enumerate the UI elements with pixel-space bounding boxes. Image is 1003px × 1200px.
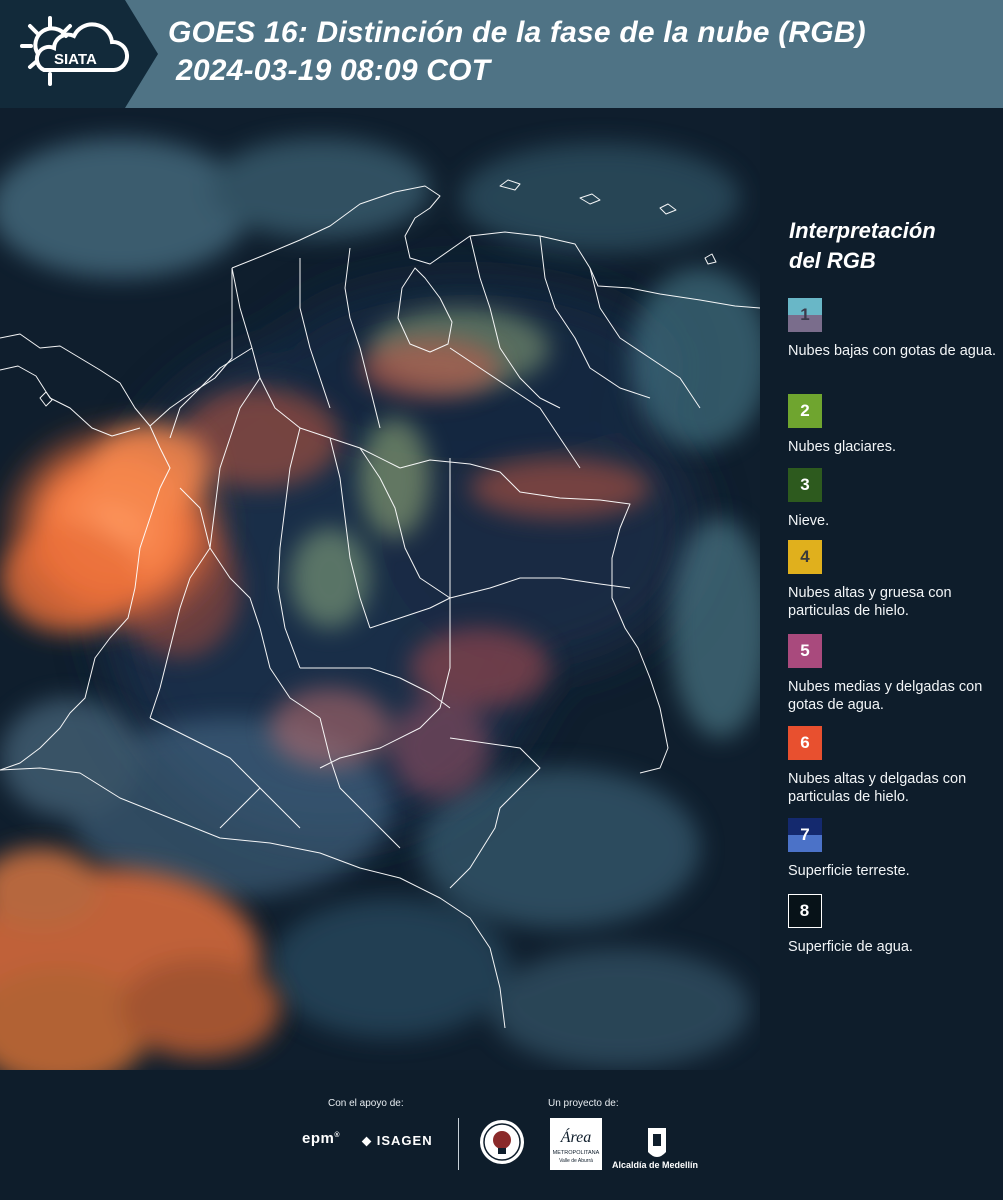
- swatch-number: 6: [800, 733, 810, 752]
- legend-label: Nubes glaciares.: [788, 439, 896, 455]
- legend-title-line2: del RGB: [789, 248, 876, 273]
- page-title: GOES 16: Distinción de la fase de la nub…: [168, 14, 998, 90]
- legend-label: Nubes altas y gruesa con particulas de h…: [788, 585, 952, 619]
- satellite-rgb-image: [0, 108, 760, 1070]
- legend-label: Superficie terreste.: [788, 863, 910, 879]
- siata-brand: SIATA: [54, 51, 97, 68]
- footer: Con el apoyo de: Un proyecto de: epm® ⬥ …: [0, 1070, 1003, 1200]
- university-seal-icon: [480, 1120, 524, 1164]
- swatch-8: 8: [788, 894, 822, 928]
- isagen-logo-text: ISAGEN: [376, 1133, 433, 1148]
- swatch-number: 1: [800, 305, 810, 324]
- swatch-number: 7: [800, 825, 810, 844]
- epm-logo-text: epm: [302, 1130, 335, 1147]
- swatch-number: 2: [800, 401, 810, 420]
- legend-label: Nieve.: [788, 513, 830, 529]
- satellite-map: [0, 108, 760, 1070]
- area-logo-text: Área: [560, 1127, 592, 1146]
- alcaldia-label: Alcaldía de Medellín: [612, 1160, 699, 1170]
- legend-item-8: 8 Superficie de agua.: [788, 894, 1000, 956]
- swatch-4: 4: [788, 540, 822, 574]
- legend-item-4: 4 Nubes altas y gruesa con particulas de…: [788, 540, 1000, 620]
- support-label: Con el apoyo de:: [328, 1098, 404, 1109]
- swatch-number: 3: [800, 475, 810, 494]
- header-bar: SIATA GOES 16: Distinción de la fase de …: [0, 0, 1003, 108]
- legend-item-1: 1 Nubes bajas con gotas de agua.: [788, 298, 1000, 360]
- title-product: GOES 16: Distinción de la fase de la nub…: [168, 16, 866, 49]
- swatch-number: 5: [800, 641, 810, 660]
- footer-divider: [458, 1118, 459, 1170]
- area-logo-sub2: Valle de Aburrá: [559, 1158, 593, 1164]
- legend-label: Nubes medias y delgadas con gotas de agu…: [788, 679, 983, 713]
- swatch-3: 3: [788, 468, 822, 502]
- siata-sun-cloud-icon: SIATA: [20, 16, 130, 86]
- legend-label: Nubes altas y delgadas con particulas de…: [788, 771, 967, 805]
- legend-label: Nubes bajas con gotas de agua.: [788, 343, 996, 359]
- title-datetime: 2024-03-19 08:09 COT: [176, 54, 491, 87]
- swatch-number: 8: [799, 900, 810, 920]
- swatch-number: 4: [800, 547, 810, 566]
- legend-title: Interpretación del RGB: [789, 216, 999, 276]
- legend-item-5: 5 Nubes medias y delgadas con gotas de a…: [788, 634, 1000, 714]
- legend-title-line1: Interpretación: [789, 218, 936, 243]
- legend-panel: Interpretación del RGB 1 Nubes bajas con…: [760, 108, 1003, 1070]
- swatch-7: 7: [788, 818, 822, 852]
- epm-logo: epm®: [302, 1130, 341, 1147]
- swatch-5: 5: [788, 634, 822, 668]
- area-logo-sub1: METROPOLITANA: [553, 1150, 600, 1156]
- legend-item-6: 6 Nubes altas y delgadas con particulas …: [788, 726, 1000, 806]
- legend-label: Superficie de agua.: [788, 939, 913, 955]
- isagen-logo: ⬥ ISAGEN: [362, 1133, 433, 1148]
- legend-item-3: 3 Nieve.: [788, 468, 1000, 530]
- swatch-6: 6: [788, 726, 822, 760]
- swatch-1: 1: [788, 298, 822, 332]
- area-metropolitana-logo: Área METROPOLITANA Valle de Aburrá: [550, 1118, 602, 1170]
- legend-item-2: 2 Nubes glaciares.: [788, 394, 1000, 456]
- legend-item-7: 7 Superficie terreste.: [788, 818, 1000, 880]
- swatch-2: 2: [788, 394, 822, 428]
- project-label: Un proyecto de:: [548, 1098, 619, 1109]
